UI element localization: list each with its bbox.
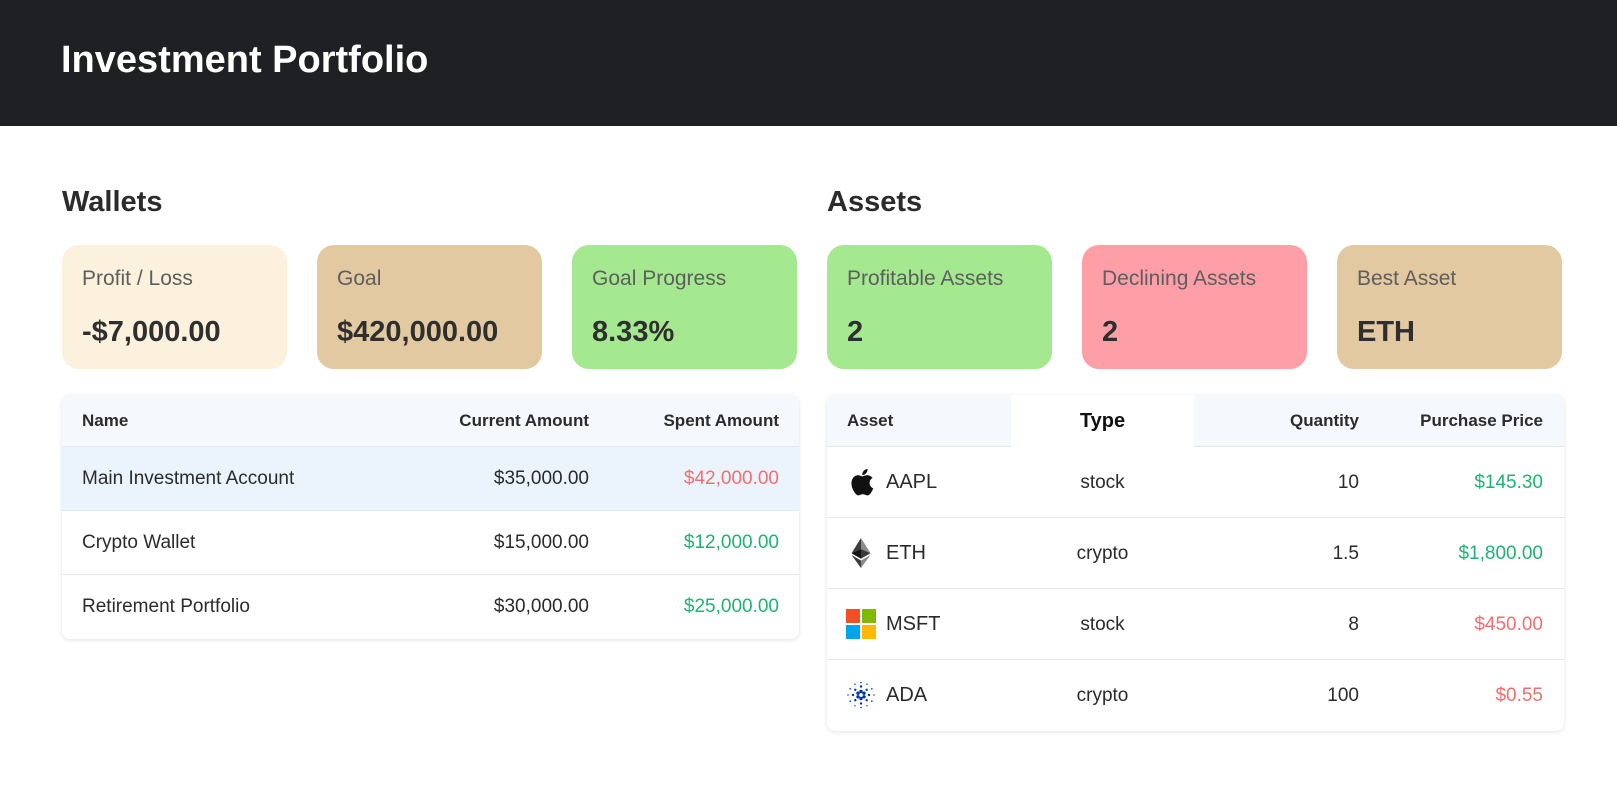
column-header-quantity[interactable]: Quantity (1290, 395, 1359, 447)
asset-type: stock (1080, 614, 1125, 635)
asset-type: stock (1080, 472, 1125, 493)
card-label: Profitable Assets (847, 267, 1004, 290)
wallet-current-amount: $30,000.00 (493, 596, 589, 617)
asset-purchase-price: $1,800.00 (1458, 543, 1543, 564)
card-value: ETH (1357, 316, 1415, 348)
app-header: Investment Portfolio (0, 0, 1617, 126)
asset-ticker: ETH (886, 542, 926, 564)
wallets-table: Name Current Amount Spent Amount Main In… (62, 395, 799, 639)
asset-summary-cards: Profitable Assets 2 Declining Assets 2 B… (827, 245, 1564, 370)
page-title: Investment Portfolio (61, 39, 429, 81)
column-header-spent-amount[interactable]: Spent Amount (663, 395, 779, 447)
best-asset-card: Best Asset ETH (1337, 245, 1562, 369)
card-value: 2 (847, 316, 864, 348)
goal-progress-card: Goal Progress 8.33% (572, 245, 797, 369)
wallet-name: Retirement Portfolio (82, 596, 250, 617)
profitable-assets-card: Profitable Assets 2 (827, 245, 1052, 369)
card-value: $420,000.00 (337, 316, 499, 348)
table-header: Name Current Amount Spent Amount (62, 395, 799, 447)
wallet-current-amount: $35,000.00 (493, 468, 589, 489)
asset-purchase-price: $450.00 (1474, 614, 1543, 635)
table-row[interactable]: AAPL stock 10 $145.30 (827, 447, 1564, 518)
table-row[interactable]: MSFT stock 8 $450.00 (827, 589, 1564, 660)
asset-ticker: AAPL (886, 471, 938, 493)
card-label: Goal (337, 267, 382, 290)
wallet-spent-amount: $12,000.00 (683, 532, 779, 553)
profit-loss-card: Profit / Loss -$7,000.00 (62, 245, 287, 369)
assets-table: Asset Type Quantity Purchase Price AAPL … (827, 395, 1564, 731)
wallet-current-amount: $15,000.00 (493, 532, 589, 553)
asset-quantity: 100 (1327, 685, 1359, 706)
column-header-type[interactable]: Type (1011, 395, 1194, 447)
column-header-purchase-price[interactable]: Purchase Price (1420, 395, 1543, 447)
asset-type: crypto (1076, 685, 1129, 706)
card-label: Profit / Loss (82, 267, 193, 290)
goal-card: Goal $420,000.00 (317, 245, 542, 369)
table-header: Asset Type Quantity Purchase Price (827, 395, 1564, 447)
microsoft-icon (846, 609, 876, 639)
card-label: Best Asset (1357, 267, 1457, 290)
column-header-asset[interactable]: Asset (847, 395, 893, 447)
table-row[interactable]: ADA crypto 100 $0.55 (827, 660, 1564, 731)
asset-purchase-price: $145.30 (1474, 472, 1543, 493)
assets-heading: Assets (827, 186, 923, 218)
asset-purchase-price: $0.55 (1495, 685, 1543, 706)
table-row[interactable]: Main Investment Account $35,000.00 $42,0… (62, 447, 799, 511)
wallet-spent-amount: $25,000.00 (683, 596, 779, 617)
asset-quantity: 8 (1348, 614, 1359, 635)
wallet-name: Crypto Wallet (82, 532, 196, 553)
wallets-section: Wallets Profit / Loss -$7,000.00 Goal $4… (62, 180, 799, 639)
column-header-current-amount[interactable]: Current Amount (459, 395, 589, 447)
asset-ticker: ADA (886, 684, 928, 706)
asset-quantity: 10 (1337, 472, 1359, 493)
apple-icon (846, 467, 876, 497)
asset-ticker: MSFT (886, 613, 941, 635)
wallet-name: Main Investment Account (82, 468, 295, 489)
card-value: -$7,000.00 (82, 316, 221, 348)
table-row[interactable]: ETH crypto 1.5 $1,800.00 (827, 518, 1564, 589)
asset-quantity: 1.5 (1332, 543, 1359, 564)
ethereum-icon (846, 538, 876, 568)
card-value: 8.33% (592, 316, 675, 348)
table-row[interactable]: Retirement Portfolio $30,000.00 $25,000.… (62, 575, 799, 639)
cardano-icon (846, 680, 876, 710)
card-label: Declining Assets (1102, 267, 1257, 290)
wallet-summary-cards: Profit / Loss -$7,000.00 Goal $420,000.0… (62, 245, 799, 370)
wallet-spent-amount: $42,000.00 (683, 468, 779, 489)
declining-assets-card: Declining Assets 2 (1082, 245, 1307, 369)
assets-section: Assets Profitable Assets 2 Declining Ass… (827, 180, 1564, 731)
wallets-heading: Wallets (62, 186, 163, 218)
card-label: Goal Progress (592, 267, 727, 290)
card-value: 2 (1102, 316, 1119, 348)
table-row[interactable]: Crypto Wallet $15,000.00 $12,000.00 (62, 511, 799, 575)
column-header-name[interactable]: Name (82, 395, 128, 447)
asset-type: crypto (1076, 543, 1129, 564)
